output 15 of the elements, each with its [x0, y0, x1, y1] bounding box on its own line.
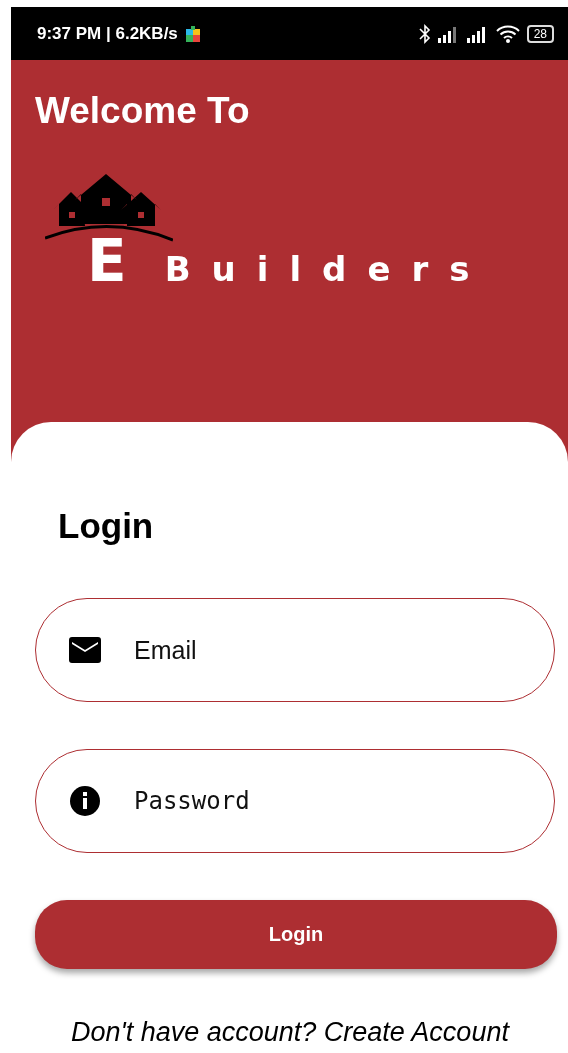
battery-indicator: 28 — [526, 24, 554, 43]
password-field[interactable]: Password — [35, 749, 555, 853]
wifi-icon — [495, 24, 520, 43]
email-field[interactable]: Email — [35, 598, 555, 702]
puzzle-icon — [185, 25, 200, 42]
mail-icon — [69, 637, 101, 663]
welcome-title: Welcome To — [35, 90, 251, 132]
status-time: 9:37 PM | 6.2KB/s — [37, 23, 178, 44]
login-title: Login — [58, 506, 155, 546]
bluetooth-icon — [418, 23, 431, 44]
signup-prompt[interactable]: Don't have account? Create Account — [71, 1017, 568, 1048]
info-icon — [69, 785, 101, 817]
logo-word: Builders — [164, 254, 491, 284]
logo-letter: E — [87, 238, 127, 284]
login-button[interactable]: Login — [35, 900, 557, 969]
